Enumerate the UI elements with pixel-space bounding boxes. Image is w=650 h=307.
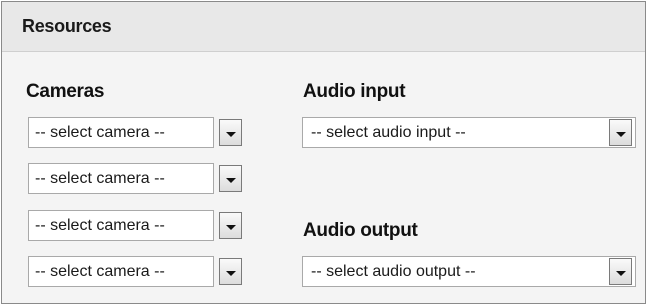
audio-input-select[interactable]: -- select audio input --	[302, 117, 636, 148]
chevron-down-icon	[615, 270, 626, 276]
chevron-down-icon	[225, 224, 236, 230]
resources-panel: Resources Cameras -- select camera -- --…	[1, 1, 646, 304]
camera-select-3-dropdown-button[interactable]	[219, 212, 242, 239]
audio-input-dropdown-button[interactable]	[609, 119, 632, 146]
chevron-down-icon	[615, 131, 626, 137]
cameras-label: Cameras	[26, 81, 105, 102]
audio-output-label: Audio output	[303, 220, 418, 241]
audio-output-select-value: -- select audio output --	[311, 263, 476, 280]
camera-select-2-field[interactable]: -- select camera --	[28, 163, 214, 194]
camera-select-2-value: -- select camera --	[35, 169, 165, 187]
camera-select-1-value: -- select camera --	[35, 123, 165, 141]
panel-header: Resources	[2, 2, 645, 52]
camera-select-4-value: -- select camera --	[35, 262, 165, 280]
camera-select-4-field[interactable]: -- select camera --	[28, 256, 214, 287]
audio-input-label: Audio input	[303, 81, 406, 102]
camera-select-4[interactable]: -- select camera --	[28, 256, 242, 287]
chevron-down-icon	[225, 177, 236, 183]
panel-title: Resources	[22, 16, 112, 36]
audio-input-select-value: -- select audio input --	[311, 124, 466, 141]
chevron-down-icon	[225, 131, 236, 137]
camera-select-1-field[interactable]: -- select camera --	[28, 117, 214, 148]
camera-select-2[interactable]: -- select camera --	[28, 163, 242, 194]
camera-select-3[interactable]: -- select camera --	[28, 210, 242, 241]
audio-output-select[interactable]: -- select audio output --	[302, 256, 636, 287]
camera-select-1[interactable]: -- select camera --	[28, 117, 242, 148]
camera-select-4-dropdown-button[interactable]	[219, 258, 242, 285]
audio-output-dropdown-button[interactable]	[609, 258, 632, 285]
camera-select-3-value: -- select camera --	[35, 216, 165, 234]
chevron-down-icon	[225, 270, 236, 276]
camera-select-1-dropdown-button[interactable]	[219, 119, 242, 146]
camera-select-3-field[interactable]: -- select camera --	[28, 210, 214, 241]
camera-select-2-dropdown-button[interactable]	[219, 165, 242, 192]
